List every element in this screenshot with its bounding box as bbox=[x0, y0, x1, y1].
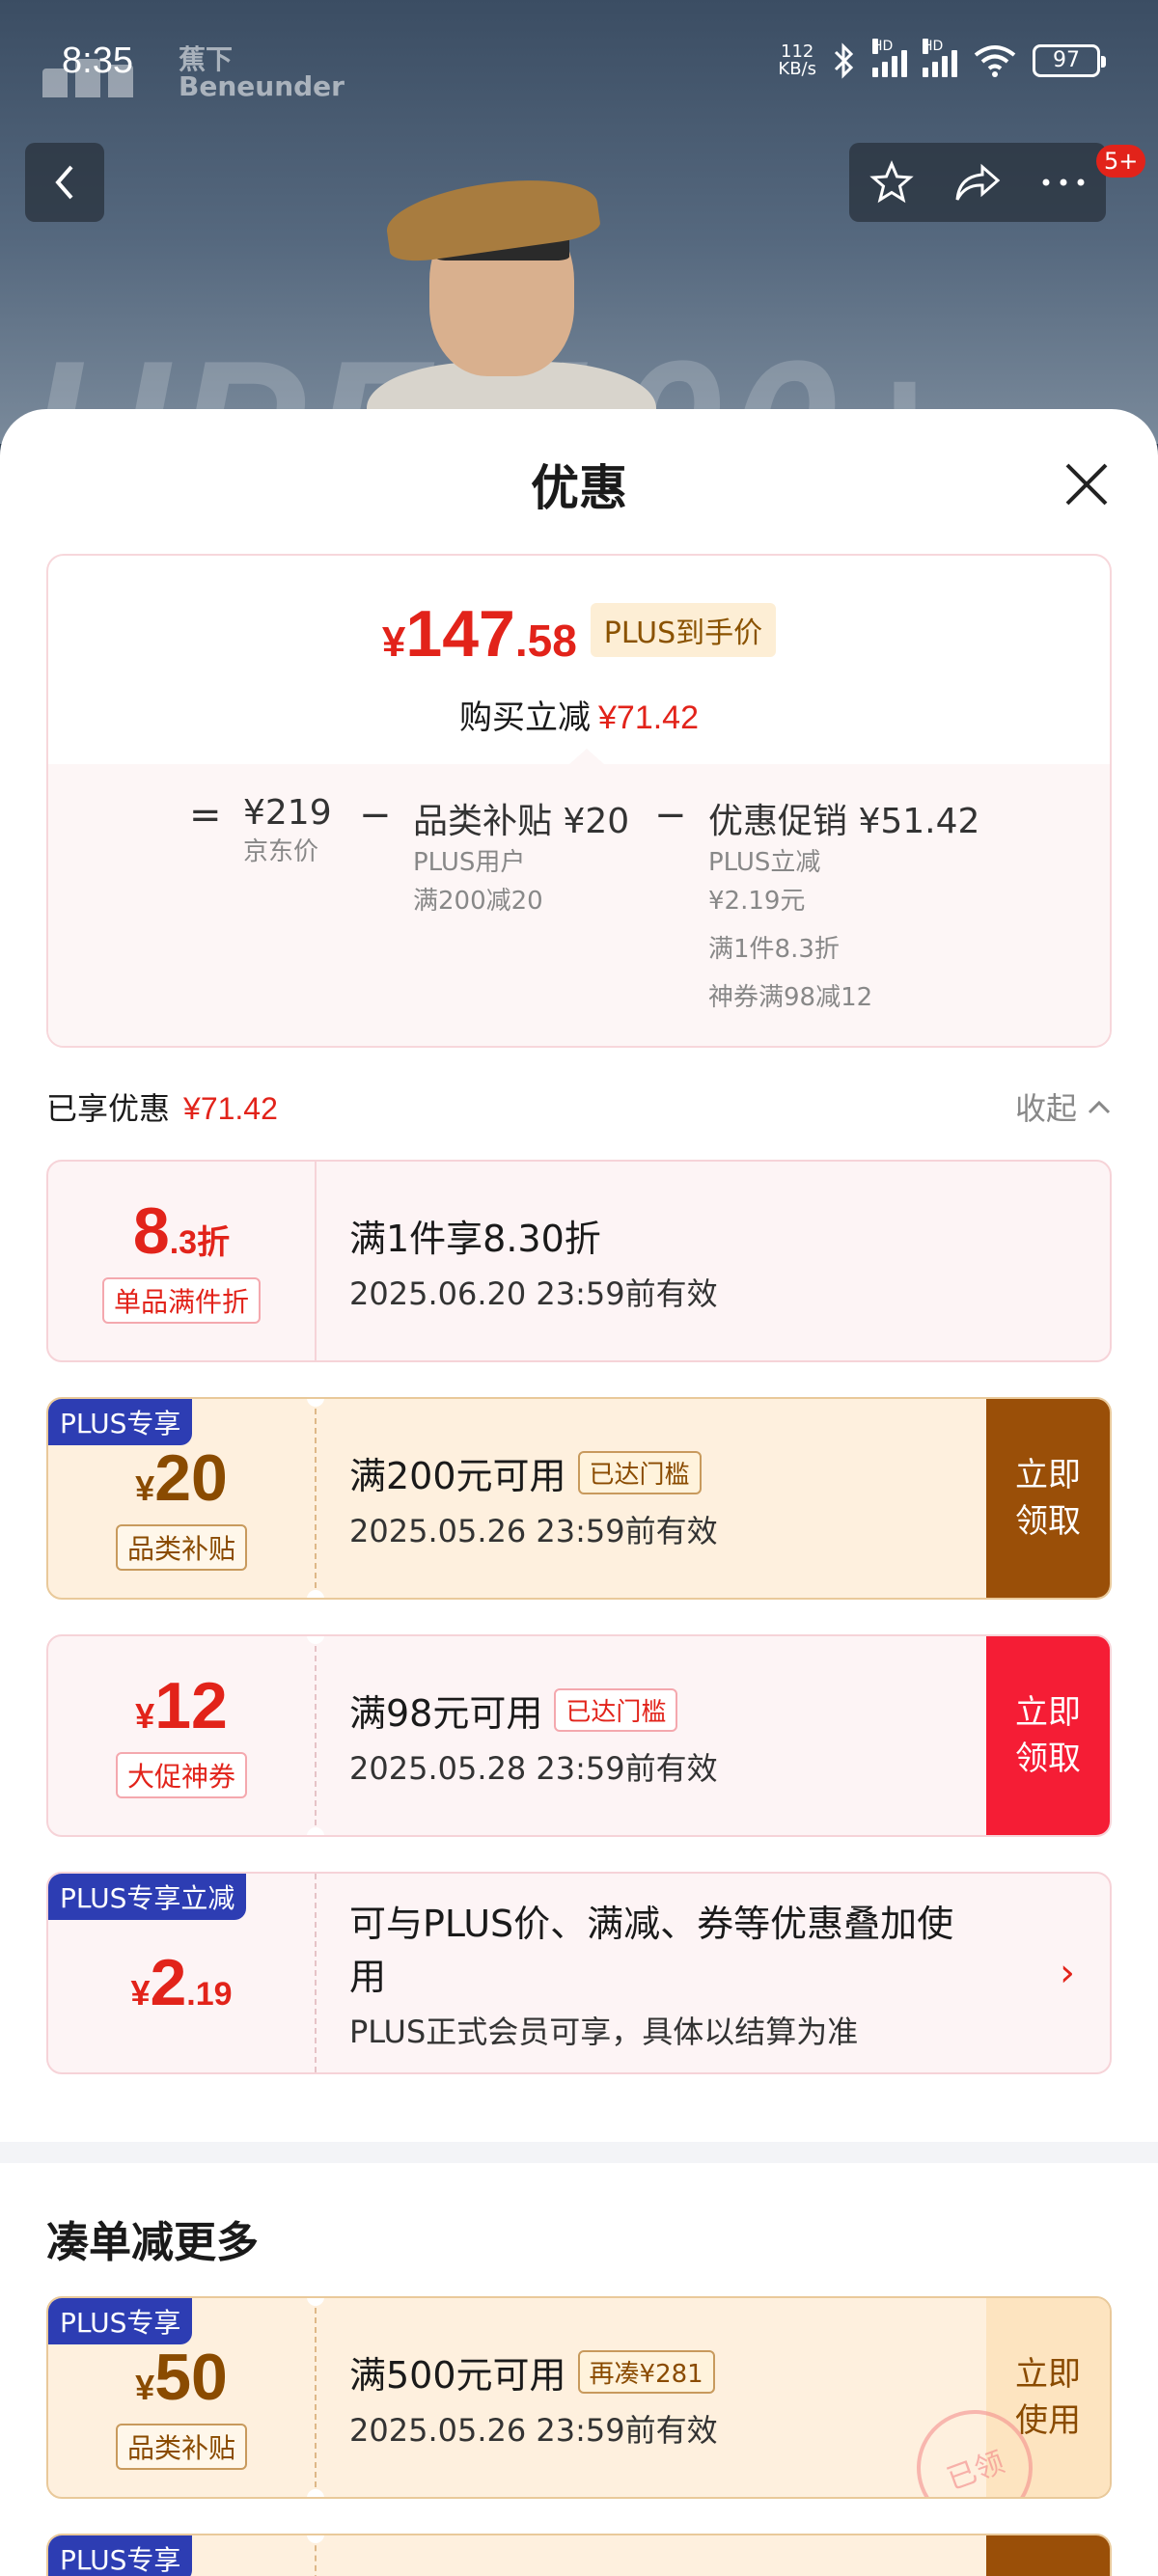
equals-sign: = bbox=[189, 793, 222, 837]
coupon-amount: ¥50 bbox=[135, 2341, 228, 2414]
claim-button[interactable]: 立即 领取 bbox=[986, 1399, 1110, 1598]
status-bar: 8:35 蕉下 Beneunder 112 KB/s HD HD 97 bbox=[0, 0, 1158, 130]
category-subsidy-note: PLUS用户 bbox=[413, 848, 526, 877]
minus-sign: − bbox=[654, 793, 687, 837]
coupon-type-tag: 品类补贴 bbox=[115, 1524, 247, 1571]
chevron-up-icon bbox=[1088, 1100, 1111, 1114]
coupon-amount: ¥12 bbox=[135, 1669, 228, 1742]
top-action-group bbox=[849, 143, 1106, 222]
battery-indicator: 97 bbox=[1033, 44, 1106, 77]
network-speed: 112 KB/s bbox=[778, 41, 816, 79]
coupon-description: 可与PLUS价、满减、券等优惠叠加使 bbox=[349, 1903, 954, 1945]
discount-sheet: 优惠 ¥147.58 PLUS到手价 购买立减 ¥71.42 = ¥219 京东价… bbox=[0, 409, 1158, 2576]
promotion-note: ¥2.19元 bbox=[708, 887, 806, 916]
section-divider bbox=[0, 2142, 1158, 2163]
coupon-item-more: PLUS专享 bbox=[46, 2534, 1112, 2576]
promotion-note: 满1件8.3折 bbox=[708, 935, 840, 964]
coupon-item-discount: 8.3折 单品满件折 满1件享8.30折 2025.06.20 23:59前有效 bbox=[46, 1160, 1112, 1362]
promotion-note: PLUS立减 bbox=[708, 848, 821, 877]
brand-name: 蕉下 Beneunder bbox=[179, 43, 345, 102]
coupon-type-tag: 品类补贴 bbox=[115, 2424, 247, 2470]
coupon-type-tag: 大促神券 bbox=[115, 1752, 247, 1798]
coupon-item-plus-reduction[interactable]: PLUS专享立减 ¥2.19 可与PLUS价、满减、券等优惠叠加使 用 PLUS… bbox=[46, 1872, 1112, 2074]
model-figure bbox=[367, 125, 656, 444]
coupon-expiry: 2025.05.26 23:59前有效 bbox=[349, 1512, 718, 1549]
enjoyed-discount: 已享优惠 ¥71.42 bbox=[46, 1090, 278, 1127]
coupon-type-tag: 单品满件折 bbox=[101, 1277, 261, 1324]
jd-price-label: 京东价 bbox=[243, 837, 319, 866]
sheet-title: 优惠 bbox=[531, 460, 627, 516]
jd-price: ¥219 bbox=[243, 793, 332, 833]
category-subsidy-note: 满200减20 bbox=[413, 887, 543, 916]
plus-price-tag: PLUS到手价 bbox=[590, 603, 777, 657]
more-needed-tag: 再凑¥281 bbox=[577, 2349, 715, 2394]
minus-sign: − bbox=[359, 793, 392, 837]
coupon-condition: 满200元可用 bbox=[349, 1454, 566, 1497]
collapse-label: 收起 bbox=[1014, 1090, 1077, 1127]
signal-icon: HD bbox=[872, 39, 907, 77]
share-icon[interactable] bbox=[953, 161, 1002, 204]
clock: 8:35 bbox=[62, 41, 133, 81]
chevron-right-icon: › bbox=[1060, 1951, 1075, 1995]
price-breakdown: = ¥219 京东价 − 品类补贴 ¥20 PLUS用户 满200减20 − 优… bbox=[48, 749, 1110, 1046]
signal-icon: HD bbox=[923, 39, 957, 77]
claim-button[interactable] bbox=[986, 2535, 1110, 2576]
plus-exclusive-tag: PLUS专享 bbox=[48, 2535, 193, 2576]
coupon-amount: ¥2.19 bbox=[130, 1946, 233, 2019]
plus-exclusive-tag: PLUS专享立减 bbox=[48, 1874, 247, 1920]
plus-exclusive-tag: PLUS专享 bbox=[48, 1399, 193, 1445]
coupon-condition: 满98元可用 bbox=[349, 1691, 543, 1735]
more-icon[interactable] bbox=[1041, 178, 1086, 187]
coupon-item-more: PLUS专享 ¥50 品类补贴 满500元可用 再凑¥281 2025.05.26… bbox=[46, 2296, 1112, 2499]
coupon-amount: ¥20 bbox=[135, 1441, 228, 1515]
back-button[interactable] bbox=[25, 143, 104, 222]
threshold-reached-tag: 已达门槛 bbox=[554, 1687, 678, 1732]
purchase-reduction: 购买立减 ¥71.42 bbox=[459, 699, 699, 737]
message-badge: 5+ bbox=[1096, 145, 1146, 178]
claim-button[interactable]: 立即 领取 bbox=[986, 1636, 1110, 1835]
final-price: ¥147.58 bbox=[381, 597, 577, 671]
coupon-expiry: 2025.06.20 23:59前有效 bbox=[349, 1274, 718, 1312]
bluetooth-icon bbox=[834, 42, 854, 79]
coupon-item-promo: ¥12 大促神券 满98元可用 已达门槛 2025.05.28 23:59前有效 … bbox=[46, 1634, 1112, 1837]
chevron-left-icon bbox=[55, 165, 73, 200]
promotion-total: 优惠促销 ¥51.42 bbox=[708, 802, 980, 841]
threshold-reached-tag: 已达门槛 bbox=[577, 1450, 702, 1494]
plus-exclusive-tag: PLUS专享 bbox=[48, 2298, 193, 2344]
section-title-more: 凑单减更多 bbox=[46, 2218, 259, 2267]
coupon-condition: 满1件享8.30折 bbox=[349, 1217, 601, 1260]
price-summary-card: ¥147.58 PLUS到手价 购买立减 ¥71.42 = ¥219 京东价 − … bbox=[46, 554, 1112, 1048]
coupon-amount: 8.3折 bbox=[132, 1194, 231, 1268]
close-icon[interactable] bbox=[1058, 455, 1116, 513]
coupon-condition: 满500元可用 bbox=[349, 2353, 566, 2397]
coupon-item-category-subsidy: PLUS专享 ¥20 品类补贴 满200元可用 已达门槛 2025.05.26 2… bbox=[46, 1397, 1112, 1600]
star-icon[interactable] bbox=[868, 160, 914, 205]
category-subsidy: 品类补贴 ¥20 bbox=[413, 802, 630, 841]
coupon-expiry: 2025.05.26 23:59前有效 bbox=[349, 2411, 718, 2449]
wifi-icon bbox=[974, 45, 1016, 77]
coupon-description: 用 bbox=[349, 1956, 387, 1998]
coupon-expiry: 2025.05.28 23:59前有效 bbox=[349, 1749, 718, 1787]
coupon-note: PLUS正式会员可享，具体以结算为准 bbox=[349, 2014, 859, 2050]
collapse-button[interactable]: 收起 bbox=[1015, 1084, 1112, 1129]
promotion-note: 神券满98减12 bbox=[708, 983, 873, 1012]
